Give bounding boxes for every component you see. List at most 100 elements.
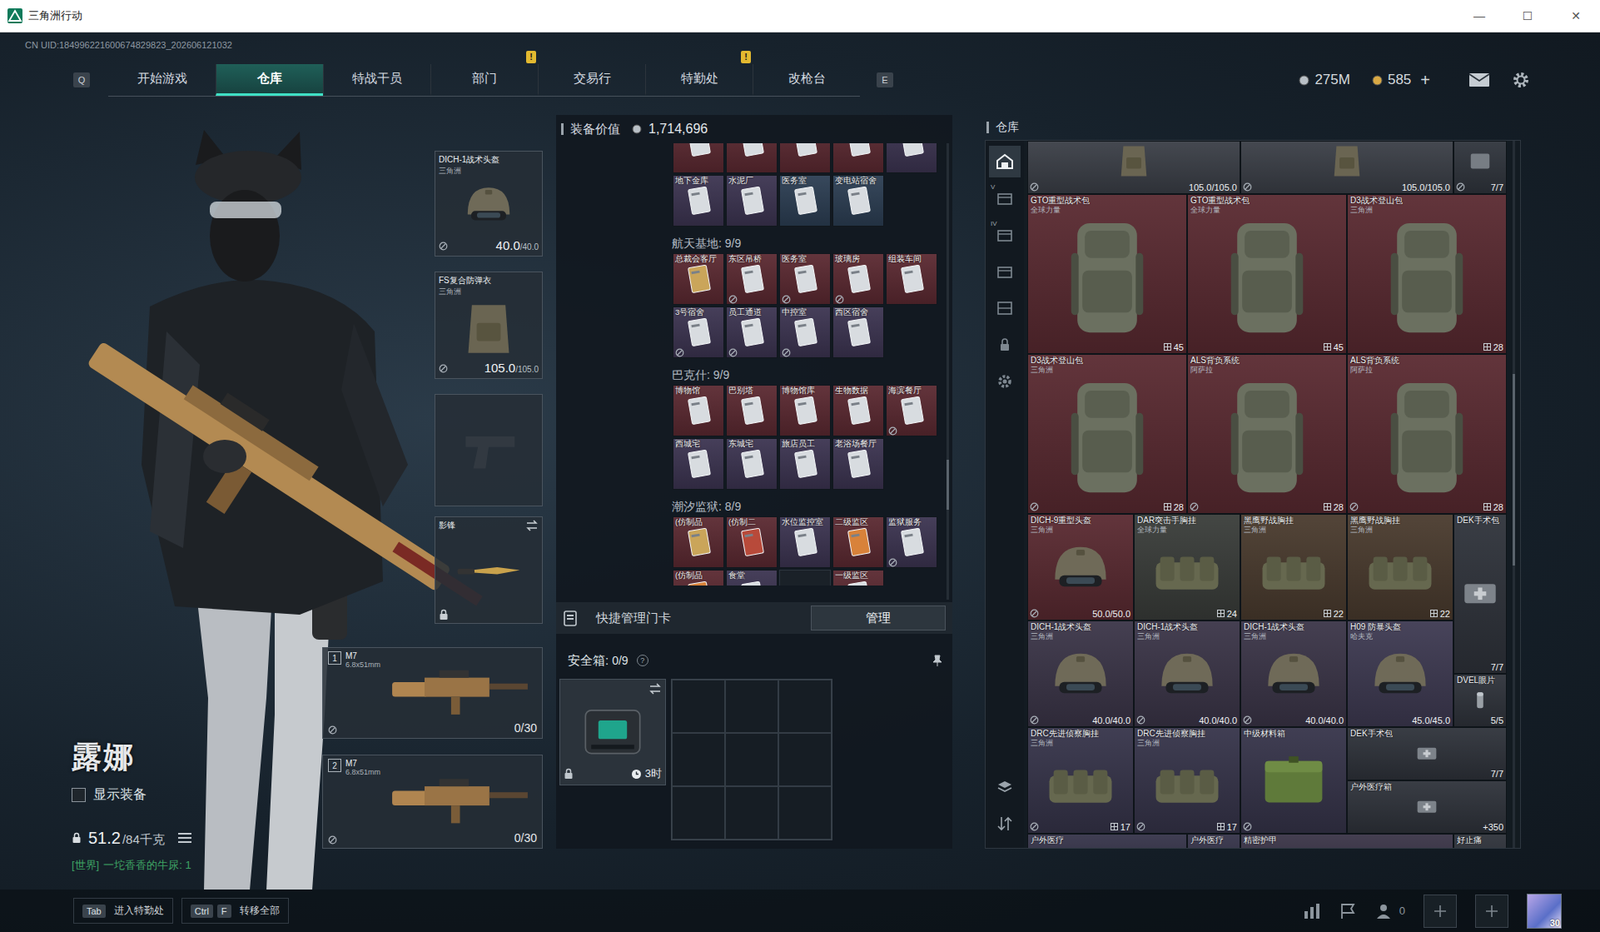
nav-tab[interactable]: 特战干员 <box>322 64 431 96</box>
keycard-slot[interactable] <box>725 143 778 174</box>
inventory-item[interactable]: 中级材料箱 <box>1240 726 1347 834</box>
inventory-item[interactable]: DEK手术包7/7 <box>1453 513 1507 674</box>
keycard-slot[interactable]: 博物馆库 <box>779 384 831 437</box>
warehouse-sidebar-button[interactable] <box>988 807 1021 840</box>
warehouse-sidebar-button[interactable] <box>988 328 1021 361</box>
keycard-slot[interactable]: 旅店员工 <box>779 437 831 490</box>
keycard-slot[interactable]: (仿制二 <box>725 516 778 568</box>
keycard-slot[interactable]: 总裁会客厅 <box>672 253 725 305</box>
shortcut-hint[interactable]: Tab进入特勤处 <box>73 897 174 924</box>
inventory-item[interactable]: DRC先进侦察胸挂三角洲17 <box>1133 726 1241 834</box>
keycard-slot[interactable] <box>779 143 831 174</box>
scrollbar-thumb[interactable] <box>946 459 950 510</box>
keycard-slot[interactable]: 中控室 <box>779 306 831 358</box>
window-control-glyph[interactable]: — <box>1473 9 1486 23</box>
keycard-slot[interactable]: 组装车间 <box>885 253 938 305</box>
inventory-item[interactable]: DRC先进侦察胸挂三角洲17 <box>1027 726 1134 834</box>
safebox-cell[interactable] <box>725 679 779 733</box>
inventory-item[interactable]: ALS背负系统阿萨拉28 <box>1187 353 1347 514</box>
keycard-slot[interactable]: 医务室 <box>779 174 831 227</box>
armor-slot[interactable]: FS复合防弹衣三角洲105.0/105.0 <box>434 271 543 379</box>
show-equipment-toggle[interactable]: 显示装备 <box>71 785 322 804</box>
inventory-item[interactable]: 户外医疗箱+350 <box>1346 780 1507 834</box>
keycard-slot[interactable] <box>832 143 885 174</box>
keycard-slot[interactable]: 水位监控室 <box>779 516 831 568</box>
keycard-slot[interactable]: 西区宿舍 <box>832 306 885 358</box>
warehouse-sidebar-button[interactable] <box>988 365 1021 398</box>
inventory-item[interactable]: 黑鹰野战胸挂三角洲22 <box>1346 513 1454 621</box>
helmet-slot[interactable]: DICH-1战术头盔三角洲40.0/40.0 <box>434 150 543 257</box>
add-currency-button[interactable]: + <box>1420 70 1431 90</box>
inventory-item[interactable]: DVEL眼片5/5 <box>1453 673 1507 727</box>
nav-tab[interactable]: 仓库 <box>215 64 323 96</box>
keycard-slot[interactable]: 监狱服务 <box>885 516 938 568</box>
inventory-item[interactable]: DICH-1战术头盔三角洲40.0/40.0 <box>1133 620 1241 727</box>
safebox-cell[interactable] <box>778 732 832 786</box>
keycard-slot[interactable]: 西城宅 <box>672 437 725 490</box>
player-avatar[interactable]: 30 <box>1526 893 1562 929</box>
safebox-cell[interactable] <box>671 679 726 733</box>
safebox-cell[interactable] <box>778 785 832 840</box>
warehouse-sidebar-button[interactable]: V <box>988 182 1021 214</box>
window-control-glyph[interactable]: ☐ <box>1522 9 1534 23</box>
inventory-item[interactable]: 户外医疗 <box>1187 833 1241 848</box>
warehouse-sidebar-button[interactable] <box>988 292 1021 324</box>
nav-tab[interactable]: 开始游戏 <box>108 64 216 96</box>
keycard-slot[interactable]: 海滨餐厅 <box>885 384 938 437</box>
keycard-slot[interactable] <box>885 143 938 174</box>
inventory-item[interactable]: 户外医疗 <box>1027 833 1188 848</box>
keycard-slot[interactable]: 变电站宿舍 <box>832 174 885 227</box>
keycard-slot[interactable]: 一级监区 <box>832 569 885 586</box>
keycard-slot[interactable]: 老浴场餐厅 <box>832 437 885 490</box>
manage-button-label[interactable]: 管理 <box>865 610 891 627</box>
keycard-slot[interactable]: 员工通道 <box>725 306 778 358</box>
window-control-glyph[interactable]: ✕ <box>1570 9 1581 23</box>
inventory-item[interactable]: 精密护甲 <box>1240 833 1454 848</box>
safebox-item[interactable]: 3时 <box>559 678 666 786</box>
window-control[interactable]: ✕ <box>1551 0 1600 32</box>
scrollbar-thumb[interactable] <box>1512 373 1516 566</box>
inventory-item[interactable]: DAR突击手胸挂全球力量24 <box>1133 513 1241 621</box>
inventory-item[interactable]: ALS背负系统阿萨拉28 <box>1346 353 1507 514</box>
inventory-item[interactable]: 黑鹰野战胸挂三角洲22 <box>1240 513 1347 621</box>
keycard-slot[interactable]: (仿制品 <box>672 569 725 586</box>
safebox-cell[interactable] <box>725 785 779 840</box>
keycard-slot[interactable]: 东区吊桥 <box>725 253 778 305</box>
keycard-slot[interactable]: 博物馆 <box>672 384 725 437</box>
keycard-slot[interactable]: 二级监区 <box>832 516 885 568</box>
mail-icon[interactable] <box>1468 72 1491 88</box>
weapon-slot[interactable]: 1M76.8x51mm0/30 <box>322 646 543 739</box>
window-control[interactable]: — <box>1455 0 1504 32</box>
safebox-cell[interactable] <box>671 785 726 840</box>
safebox-cell[interactable] <box>778 679 832 733</box>
pistol-slot[interactable] <box>434 393 543 507</box>
nav-tab[interactable]: 交易行 <box>537 64 646 96</box>
keycard-slot[interactable]: 食堂 <box>725 569 778 586</box>
keycard-slot[interactable]: 玻璃房 <box>832 253 885 305</box>
shortcut-hint[interactable]: CtrlF转移全部 <box>181 897 289 924</box>
keycard-slot[interactable]: (仿制品 <box>672 516 725 568</box>
warehouse-sidebar-button[interactable] <box>988 770 1021 803</box>
nav-tab[interactable]: 改枪台 <box>752 64 860 96</box>
nav-tab[interactable]: 特勤处! <box>645 64 753 96</box>
inventory-item[interactable]: D3战术登山包三角洲28 <box>1346 193 1507 354</box>
inventory-item[interactable]: DICH-1战术头盔三角洲40.0/40.0 <box>1027 620 1134 727</box>
melee-slot[interactable]: 影锋 <box>434 516 543 624</box>
safebox-cell[interactable] <box>671 732 726 786</box>
warehouse-sidebar-button[interactable] <box>988 255 1021 288</box>
invite-slot[interactable] <box>1475 894 1509 928</box>
inventory-item[interactable]: 105.0/105.0 <box>1240 140 1454 194</box>
nav-tab[interactable]: 部门! <box>430 64 538 96</box>
keycard-slot[interactable] <box>672 143 725 174</box>
inventory-item[interactable]: DEK手术包7/7 <box>1346 726 1507 781</box>
inventory-item[interactable]: 好止痛 <box>1453 833 1507 848</box>
keycard-slot[interactable]: 巴别塔 <box>725 384 778 437</box>
prev-tab-key[interactable]: Q <box>73 72 90 88</box>
inventory-item[interactable]: 7/7 <box>1453 140 1507 194</box>
inventory-item[interactable]: DICH-9重型头盔三角洲50.0/50.0 <box>1027 513 1134 621</box>
invite-slot[interactable] <box>1423 894 1457 928</box>
inventory-item[interactable]: GTO重型战术包全球力量45 <box>1187 193 1347 354</box>
inventory-item[interactable]: H09 防暴头盔哈夫克45.0/45.0 <box>1346 620 1454 727</box>
keycard-slot[interactable]: 医务室 <box>779 253 831 305</box>
friends-button[interactable]: 0 <box>1376 902 1406 920</box>
